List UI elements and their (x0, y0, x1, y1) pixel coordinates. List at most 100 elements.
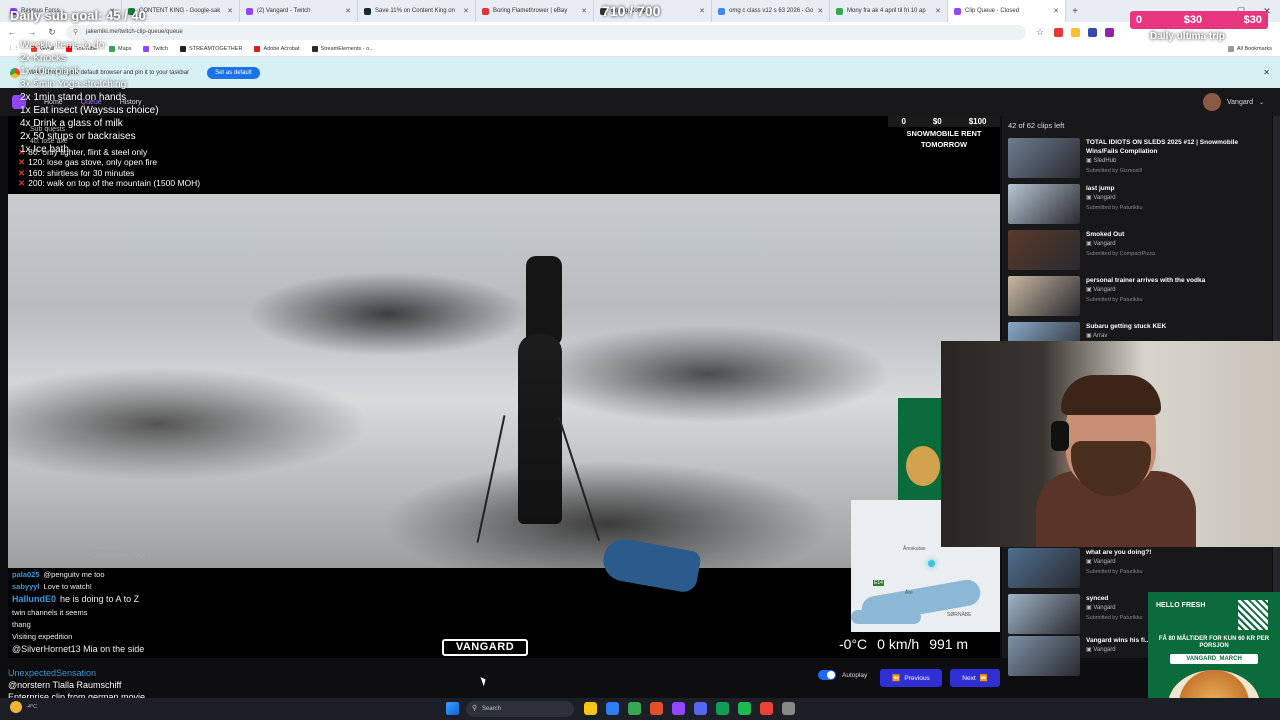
tab-close-icon[interactable]: ✕ (345, 7, 351, 15)
tab-close-icon[interactable]: ✕ (699, 7, 705, 15)
tab-close-icon[interactable]: ✕ (817, 7, 823, 15)
money-value: 0 (1136, 14, 1143, 26)
taskbar-app-icon[interactable] (694, 702, 707, 715)
windows-start-icon[interactable] (446, 702, 459, 715)
taskbar-app-icon[interactable] (606, 702, 619, 715)
todo-item: 3x 5min Yoga stretching (20, 79, 127, 90)
extension-icon[interactable] (1105, 27, 1114, 37)
apps-icon[interactable]: ⋮⋮ (8, 46, 19, 52)
bookmark-item[interactable]: Adobe Acrobat (254, 46, 300, 52)
chat-message: UnexpectedSensation (8, 668, 97, 678)
clip-thumbnail[interactable] (1008, 636, 1080, 676)
browser-tab[interactable]: Boring Flamethrower | eBay ✕ (476, 0, 594, 22)
new-tab-icon[interactable]: + (1066, 6, 1084, 17)
tab-close-icon[interactable]: ✕ (1053, 7, 1059, 15)
todo-item: 1x 10m plank (20, 66, 80, 77)
taskbar-app-icon[interactable] (760, 702, 773, 715)
browser-tab[interactable]: Mony fra ak 4 april til fri 10 ap ✕ (830, 0, 948, 22)
clip-thumbnail[interactable] (1008, 230, 1080, 270)
clip-channel-name: SledHub (1093, 158, 1117, 164)
tab-label: CONTENT KING - Google-sak (139, 8, 221, 14)
previous-button[interactable]: ⏪ Previous (880, 669, 942, 687)
clip-thumbnail[interactable] (1008, 184, 1080, 224)
clip-thumbnail[interactable] (1008, 276, 1080, 316)
queue-clip[interactable]: what are you doing?! ▣ Vangard Submitted b… (1008, 548, 1270, 590)
chat-message: twin channels it seems (12, 606, 312, 618)
bookmark-item[interactable]: STREAMTOGETHER (180, 46, 242, 52)
tab-close-icon[interactable]: ✕ (581, 7, 587, 15)
todo-item: 4x Drink a glass of milk (20, 118, 123, 129)
sled-figure (600, 535, 702, 595)
windows-taskbar: -4°C Search (0, 698, 1280, 720)
clip-thumbnail[interactable] (1008, 138, 1080, 178)
extension-icon[interactable] (1054, 27, 1063, 37)
overlay-tag: TRICKLEIN (88, 544, 122, 551)
tab-close-icon[interactable]: ✕ (463, 7, 469, 15)
user-menu[interactable]: Vangard ⌄ (1203, 93, 1264, 111)
chat-message: sabyyyl Love to watch! (12, 580, 312, 592)
taskbar-app-icon[interactable] (628, 702, 641, 715)
clip-title: Smoked Out (1086, 231, 1125, 238)
clip-channel-name: Vangard (1093, 287, 1116, 293)
clip-thumbnail[interactable] (1008, 594, 1080, 634)
reload-icon[interactable]: ↻ (46, 27, 58, 38)
headset-icon (1051, 421, 1069, 451)
star-icon[interactable]: ☆ (1034, 27, 1046, 38)
next-label: Next (962, 674, 976, 682)
browser-tab[interactable]: omg c class v12 s 63 2026 - Go ✕ (712, 0, 830, 22)
taskbar-app-icon[interactable] (650, 702, 663, 715)
ski-pole (476, 415, 506, 543)
autoplay-toggle[interactable]: Autoplay (818, 670, 867, 680)
todo-item: 2x Knocks (20, 53, 67, 64)
weather-widget[interactable]: -4°C (10, 701, 37, 713)
all-bookmarks[interactable]: All Bookmarks (1227, 46, 1272, 52)
taskbar-app-icon[interactable] (782, 702, 795, 715)
clip-player[interactable]: Sub quests 40: lose axe ✕ 80: only lighter… (8, 116, 1000, 658)
taskbar-app-icon[interactable] (672, 702, 685, 715)
browser-tab[interactable]: (2) Vangard - Twitch ✕ (240, 0, 358, 22)
queue-clip[interactable]: personal trainer arrives with the vodka ▣… (1008, 276, 1270, 318)
extension-icon[interactable] (1088, 27, 1097, 37)
clip-channel: ▣ SledHub (1086, 156, 1270, 166)
taskbar-app-icon[interactable] (738, 702, 751, 715)
clip-channel-name: Vangard (1093, 605, 1116, 611)
taskbar-app-icon[interactable] (716, 702, 729, 715)
extension-icon[interactable] (1071, 27, 1080, 37)
infobar-close-icon[interactable]: ✕ (1263, 68, 1270, 77)
taskbar-app-icon[interactable] (584, 702, 597, 715)
twitch-icon: ▣ (1086, 333, 1094, 339)
set-default-button[interactable]: Set as default (207, 66, 260, 79)
toggle-switch[interactable] (818, 670, 836, 680)
back-icon[interactable]: ← (6, 27, 18, 37)
cross-icon: ✕ (18, 157, 26, 168)
clip-thumbnail[interactable] (1008, 548, 1080, 588)
stream-stats: -0°C 0 km/h 991 m (839, 636, 1000, 652)
tab-close-icon[interactable]: ✕ (935, 7, 941, 15)
queue-clip[interactable]: TOTAL IDIOTS ON SLEDS 2025 #12 | Snowmob… (1008, 138, 1270, 180)
taskbar-search-input[interactable]: Search (466, 701, 574, 717)
chat-text: @penguitv me too (43, 569, 105, 579)
chat-message: thang (12, 618, 312, 630)
queue-clip[interactable]: Smoked Out ▣ Vangard Submitted by CompactP… (1008, 230, 1270, 272)
weekly-todo-list: Weekly items to do: 2x Knocks 1x 10m plank… (20, 40, 159, 157)
clip-channel-name: Vangard (1093, 647, 1116, 653)
next-button[interactable]: Next ⏩ (950, 669, 1000, 687)
score-counter: 710 / 700 (602, 3, 661, 19)
chat-text: he is doing to A to Z (60, 594, 140, 604)
tab-label: Save 11% on Content King on (375, 8, 455, 14)
bookmark-item[interactable]: StreamElements - o... (311, 46, 374, 52)
browser-tab[interactable]: Save 11% on Content King on ✕ (358, 0, 476, 22)
weather-icon (10, 701, 22, 713)
clip-info: what are you doing?! ▣ Vangard Submitted b… (1086, 548, 1151, 590)
browser-tab[interactable]: Clip Queue - Closed ✕ (948, 0, 1066, 22)
forward-icon[interactable]: → (26, 27, 38, 37)
url-input[interactable]: jakemiki.me/twitch-clip-queue/queue (66, 24, 1026, 40)
tab-label: Boring Flamethrower | eBay (493, 8, 568, 14)
queue-clip[interactable]: last jump ▣ Vangard Submitted by Paturikku (1008, 184, 1270, 226)
tab-close-icon[interactable]: ✕ (227, 7, 233, 15)
tab-label: Mony fra ak 4 april til fri 10 ap (847, 8, 926, 14)
screen: Rasmus Forss... ✕ CONTENT KING - Google-sa… (0, 0, 1280, 720)
todo-item: 2x 1min stand on hands (20, 92, 127, 103)
bookmark-label: Adobe Acrobat (263, 46, 300, 52)
folder-icon (1227, 46, 1234, 52)
